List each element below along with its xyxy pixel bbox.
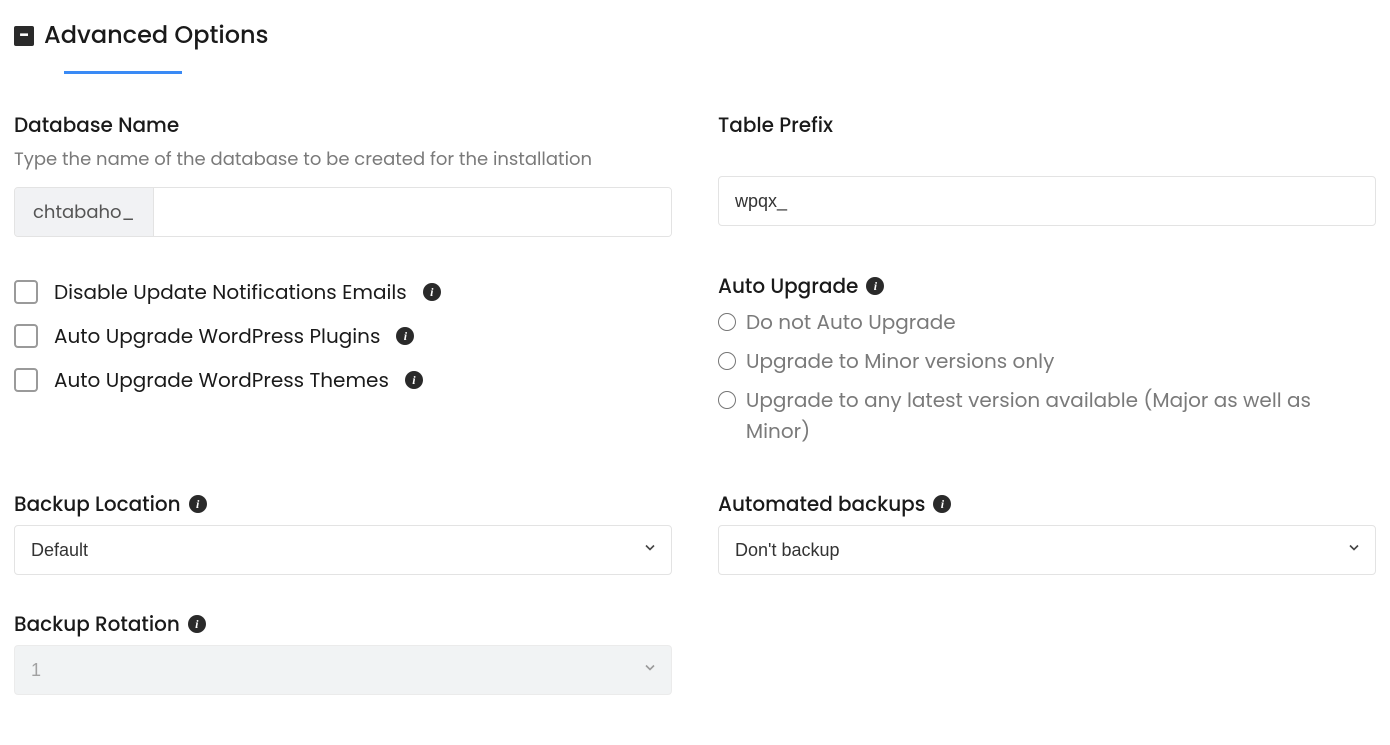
upgrade-plugins-label: Auto Upgrade WordPress Plugins bbox=[54, 321, 380, 351]
auto-upgrade-radio-3[interactable] bbox=[718, 391, 736, 409]
table-prefix-field: Table Prefix bbox=[718, 110, 1376, 237]
database-prefix: chtabaho_ bbox=[15, 188, 154, 236]
backup-rotation-field: Backup Rotation i 1 bbox=[14, 609, 672, 695]
backup-rotation-label: Backup Rotation i bbox=[14, 609, 672, 639]
auto-upgrade-radio-1[interactable] bbox=[718, 313, 736, 331]
table-prefix-input[interactable] bbox=[718, 176, 1376, 226]
database-name-input[interactable] bbox=[154, 188, 671, 236]
info-icon[interactable]: i bbox=[189, 495, 207, 513]
backup-location-label: Backup Location i bbox=[14, 489, 672, 519]
advanced-options-header[interactable]: − Advanced Options bbox=[14, 18, 1376, 53]
disable-emails-label: Disable Update Notifications Emails bbox=[54, 277, 407, 307]
database-name-input-group: chtabaho_ bbox=[14, 187, 672, 237]
database-name-help: Type the name of the database to be crea… bbox=[14, 146, 672, 173]
upgrade-themes-label: Auto Upgrade WordPress Themes bbox=[54, 365, 389, 395]
disable-emails-checkbox[interactable] bbox=[14, 280, 38, 304]
info-icon[interactable]: i bbox=[866, 277, 884, 295]
auto-upgrade-opt3[interactable]: Upgrade to any latest version available … bbox=[718, 385, 1376, 447]
automated-backups-select[interactable]: Don't backup bbox=[718, 525, 1376, 575]
database-name-field: Database Name Type the name of the datab… bbox=[14, 110, 672, 237]
backup-location-field: Backup Location i Default bbox=[14, 489, 672, 575]
auto-upgrade-label: Auto Upgrade i bbox=[718, 271, 1376, 301]
tab-underline bbox=[64, 71, 182, 74]
collapse-icon: − bbox=[14, 26, 34, 46]
info-icon[interactable]: i bbox=[423, 283, 441, 301]
auto-upgrade-opt2[interactable]: Upgrade to Minor versions only bbox=[718, 346, 1376, 377]
info-icon[interactable]: i bbox=[188, 615, 206, 633]
table-prefix-label: Table Prefix bbox=[718, 110, 1376, 140]
upgrade-themes-row[interactable]: Auto Upgrade WordPress Themes i bbox=[14, 365, 672, 395]
checkbox-group: Disable Update Notifications Emails i Au… bbox=[14, 277, 672, 455]
auto-upgrade-opt1[interactable]: Do not Auto Upgrade bbox=[718, 307, 1376, 338]
info-icon[interactable]: i bbox=[933, 495, 951, 513]
disable-emails-row[interactable]: Disable Update Notifications Emails i bbox=[14, 277, 672, 307]
info-icon[interactable]: i bbox=[396, 327, 414, 345]
upgrade-plugins-checkbox[interactable] bbox=[14, 324, 38, 348]
automated-backups-label: Automated backups i bbox=[718, 489, 1376, 519]
upgrade-plugins-row[interactable]: Auto Upgrade WordPress Plugins i bbox=[14, 321, 672, 351]
upgrade-themes-checkbox[interactable] bbox=[14, 368, 38, 392]
auto-upgrade-radio-2[interactable] bbox=[718, 352, 736, 370]
auto-upgrade-field: Auto Upgrade i Do not Auto Upgrade Upgra… bbox=[718, 271, 1376, 455]
info-icon[interactable]: i bbox=[405, 371, 423, 389]
database-name-label: Database Name bbox=[14, 110, 672, 140]
advanced-options-title: Advanced Options bbox=[44, 18, 268, 53]
automated-backups-field: Automated backups i Don't backup bbox=[718, 489, 1376, 575]
backup-rotation-select: 1 bbox=[14, 645, 672, 695]
backup-location-select[interactable]: Default bbox=[14, 525, 672, 575]
